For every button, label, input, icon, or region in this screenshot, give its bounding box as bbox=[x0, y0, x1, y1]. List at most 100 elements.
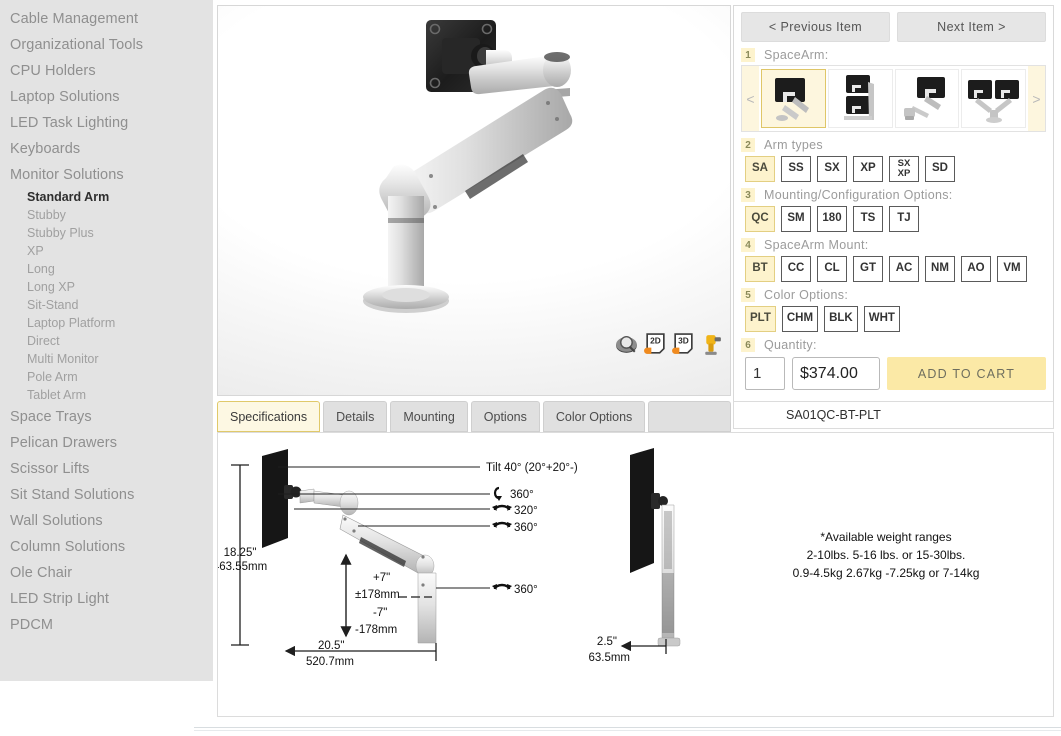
spacearm-mount-cl[interactable]: CL bbox=[817, 256, 847, 282]
sidebar-item-stubby-plus[interactable]: Stubby Plus bbox=[0, 224, 213, 242]
sidebar-item-wall-solutions[interactable]: Wall Solutions bbox=[0, 508, 213, 534]
mounting-option-tj[interactable]: TJ bbox=[889, 206, 919, 232]
step-label-color-options: Color Options: bbox=[764, 288, 849, 302]
svg-text:2D: 2D bbox=[650, 335, 661, 345]
sku-display: SA01QC-BT-PLT bbox=[733, 401, 1054, 429]
sidebar-item-led-strip-light[interactable]: LED Strip Light bbox=[0, 586, 213, 612]
step-number-4: 4 bbox=[741, 238, 755, 252]
step-1-header: 1 SpaceArm: bbox=[741, 48, 1046, 62]
mounting-option-180[interactable]: 180 bbox=[817, 206, 847, 232]
specifications-diagram: 18.25" 463.55mm Tilt 40° (20°+20°-) 360° bbox=[218, 448, 979, 668]
spec-weight-note-1: *Available weight ranges bbox=[820, 530, 951, 544]
page-root: Cable Management Organizational Tools CPU … bbox=[0, 0, 1061, 736]
step-label-spacearm-mount: SpaceArm Mount: bbox=[764, 238, 869, 252]
arm-type-sa[interactable]: SA bbox=[745, 156, 775, 182]
arm-type-xp[interactable]: XP bbox=[853, 156, 883, 182]
sidebar-item-stubby[interactable]: Stubby bbox=[0, 206, 213, 224]
tab-options[interactable]: Options bbox=[470, 401, 540, 432]
step-6-header: 6 Quantity: bbox=[741, 338, 1046, 352]
zoom-magnifier-icon[interactable] bbox=[615, 332, 640, 357]
spacearm-mount-gt[interactable]: GT bbox=[853, 256, 883, 282]
spacearm-mount-ac[interactable]: AC bbox=[889, 256, 919, 282]
color-option-chm[interactable]: CHM bbox=[781, 306, 819, 332]
tab-specifications[interactable]: Specifications bbox=[217, 401, 321, 432]
mounting-option-sm[interactable]: SM bbox=[781, 206, 811, 232]
arm-type-sd[interactable]: SD bbox=[925, 156, 955, 182]
carousel-next-arrow[interactable]: > bbox=[1028, 66, 1045, 131]
arm-type-sx[interactable]: SX bbox=[817, 156, 847, 182]
detail-tabs: Specifications Details Mounting Options Colo… bbox=[217, 401, 731, 432]
sidebar-item-sit-stand[interactable]: Sit-Stand bbox=[0, 296, 213, 314]
installation-drill-icon[interactable] bbox=[699, 332, 724, 357]
sidebar-item-xp[interactable]: XP bbox=[0, 242, 213, 260]
tab-mounting[interactable]: Mounting bbox=[390, 401, 468, 432]
sidebar-item-direct[interactable]: Direct bbox=[0, 332, 213, 350]
quantity-input[interactable] bbox=[745, 357, 785, 390]
single-arm-thumb[interactable] bbox=[761, 69, 826, 128]
spec-lift-range-mm: ±178mm bbox=[355, 589, 400, 601]
spacearm-mount-nm[interactable]: NM bbox=[925, 256, 955, 282]
sidebar-item-sit-stand-solutions[interactable]: Sit Stand Solutions bbox=[0, 482, 213, 508]
rotation-icon-4 bbox=[492, 583, 512, 590]
tab-details[interactable]: Details bbox=[323, 401, 388, 432]
rotation-icon-2 bbox=[492, 504, 512, 511]
step-5-header: 5 Color Options: bbox=[741, 288, 1046, 302]
previous-item-button[interactable]: < Previous Item bbox=[741, 12, 890, 42]
download-2d-icon[interactable]: 2D bbox=[643, 332, 668, 357]
mounting-option-qc[interactable]: QC bbox=[745, 206, 775, 232]
download-3d-icon[interactable]: 3D bbox=[671, 332, 696, 357]
sidebar-item-tablet-arm[interactable]: Tablet Arm bbox=[0, 386, 213, 404]
sidebar-item-monitor-solutions[interactable]: Monitor Solutions bbox=[0, 162, 213, 188]
sidebar-item-pole-arm[interactable]: Pole Arm bbox=[0, 368, 213, 386]
spec-lift-up-in: +7" bbox=[373, 572, 390, 584]
sidebar-item-pdcm[interactable]: PDCM bbox=[0, 612, 213, 638]
sidebar-item-laptop-platform[interactable]: Laptop Platform bbox=[0, 314, 213, 332]
sidebar-item-column-solutions[interactable]: Column Solutions bbox=[0, 534, 213, 560]
sidebar-item-scissor-lifts[interactable]: Scissor Lifts bbox=[0, 456, 213, 482]
product-download-icons: 2D 3D bbox=[615, 332, 724, 357]
spacearm-mount-vm[interactable]: VM bbox=[997, 256, 1027, 282]
arm-type-ss[interactable]: SS bbox=[781, 156, 811, 182]
clamp-arm-thumb[interactable] bbox=[894, 69, 960, 128]
spacearm-mount-bt[interactable]: BT bbox=[745, 256, 775, 282]
step-2-header: 2 Arm types bbox=[741, 138, 1046, 152]
sidebar-item-cable-management[interactable]: Cable Management bbox=[0, 6, 213, 32]
sidebar-item-standard-arm[interactable]: Standard Arm bbox=[0, 188, 213, 206]
arm-type-sx-xp[interactable]: SX XP bbox=[889, 156, 919, 182]
tab-filler bbox=[648, 401, 731, 432]
spacearm-mount-ao[interactable]: AO bbox=[961, 256, 991, 282]
color-option-wht[interactable]: WHT bbox=[863, 306, 900, 332]
color-option-chip-group: PLT CHM BLK WHT bbox=[741, 306, 1046, 332]
step-number-1: 1 bbox=[741, 48, 755, 62]
carousel-prev-arrow[interactable]: < bbox=[742, 66, 759, 131]
sidebar-item-keyboards[interactable]: Keyboards bbox=[0, 136, 213, 162]
step-4-header: 4 SpaceArm Mount: bbox=[741, 238, 1046, 252]
spacearm-mount-chip-group: BT CC CL GT AC NM AO VM bbox=[741, 256, 1046, 282]
sidebar-item-organizational-tools[interactable]: Organizational Tools bbox=[0, 32, 213, 58]
sidebar-item-cpu-holders[interactable]: CPU Holders bbox=[0, 58, 213, 84]
tab-color-options[interactable]: Color Options bbox=[542, 401, 646, 432]
sidebar-item-pelican-drawers[interactable]: Pelican Drawers bbox=[0, 430, 213, 456]
sidebar-item-ole-chair[interactable]: Ole Chair bbox=[0, 560, 213, 586]
dual-stacked-arm-thumb[interactable] bbox=[827, 69, 893, 128]
spacearm-mount-cc[interactable]: CC bbox=[781, 256, 811, 282]
sidebar-item-space-trays[interactable]: Space Trays bbox=[0, 404, 213, 430]
dual-side-by-side-arm-thumb[interactable] bbox=[961, 69, 1026, 128]
step-label-quantity: Quantity: bbox=[764, 338, 817, 352]
rotation-icon-1 bbox=[493, 486, 502, 501]
color-option-blk[interactable]: BLK bbox=[824, 306, 858, 332]
sidebar-item-laptop-solutions[interactable]: Laptop Solutions bbox=[0, 84, 213, 110]
color-option-plt[interactable]: PLT bbox=[745, 306, 776, 332]
product-image-panel: 2D 3D bbox=[217, 5, 731, 396]
spec-lift-down-in: -7" bbox=[373, 607, 387, 619]
sidebar-item-long-xp[interactable]: Long XP bbox=[0, 278, 213, 296]
sidebar-item-multi-monitor[interactable]: Multi Monitor bbox=[0, 350, 213, 368]
sidebar-item-long[interactable]: Long bbox=[0, 260, 213, 278]
step-number-3: 3 bbox=[741, 188, 755, 202]
next-item-button[interactable]: Next Item > bbox=[897, 12, 1046, 42]
add-to-cart-button[interactable]: ADD TO CART bbox=[887, 357, 1046, 390]
mounting-option-chip-group: QC SM 180 TS TJ bbox=[741, 206, 1046, 232]
arm-type-chip-group: SA SS SX XP SX XP SD bbox=[741, 156, 1046, 182]
sidebar-item-led-task-lighting[interactable]: LED Task Lighting bbox=[0, 110, 213, 136]
mounting-option-ts[interactable]: TS bbox=[853, 206, 883, 232]
